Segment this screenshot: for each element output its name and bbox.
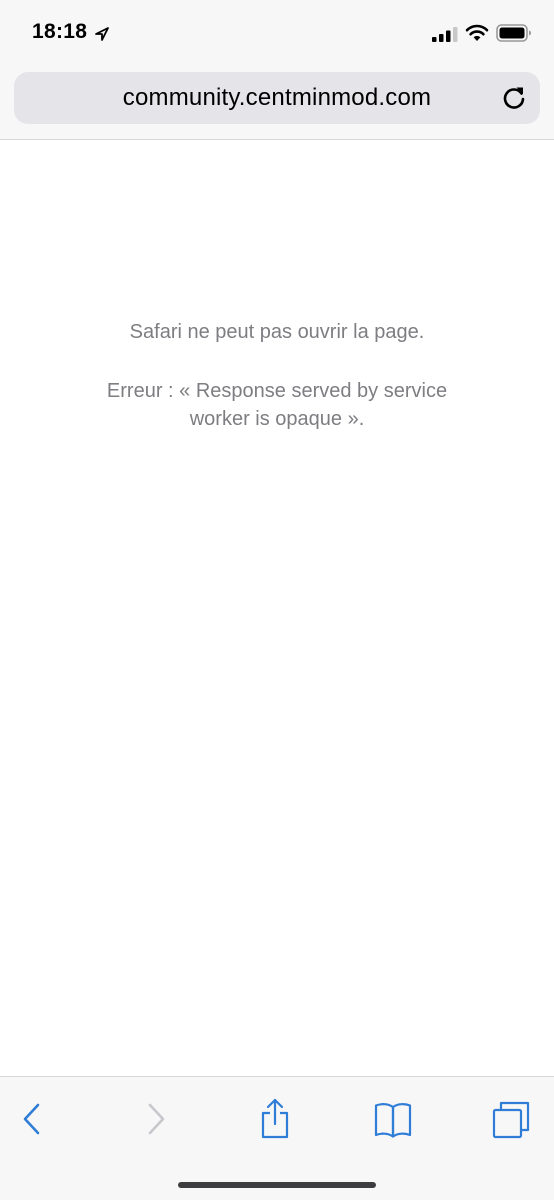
home-indicator[interactable] — [178, 1182, 376, 1188]
reload-icon[interactable] — [500, 84, 528, 112]
bottom-toolbar — [0, 1076, 554, 1200]
cellular-signal-icon — [432, 27, 458, 42]
forward-chevron-icon[interactable] — [136, 1097, 176, 1141]
browser-top-chrome: 18:18 community.centminmod.com — [0, 0, 554, 140]
bookmarks-book-icon[interactable] — [373, 1097, 413, 1141]
url-text[interactable]: community.centminmod.com — [14, 72, 540, 124]
status-bar: 18:18 — [0, 0, 554, 66]
share-icon[interactable] — [255, 1097, 295, 1141]
battery-icon — [496, 24, 531, 42]
location-arrow-icon — [95, 27, 109, 41]
address-bar[interactable]: community.centminmod.com — [14, 72, 540, 124]
back-chevron-icon[interactable] — [13, 1097, 53, 1141]
wifi-icon — [465, 24, 489, 41]
status-time: 18:18 — [32, 20, 88, 43]
tabs-icon[interactable] — [491, 1097, 531, 1141]
page-content: Safari ne peut pas ouvrir la page. Erreu… — [0, 141, 554, 1076]
safari-screen: 18:18 community.centminmod.com Safari ne… — [0, 0, 554, 1200]
error-title: Safari ne peut pas ouvrir la page. — [129, 321, 425, 343]
error-detail: Erreur : « Response served by service wo… — [106, 380, 448, 430]
